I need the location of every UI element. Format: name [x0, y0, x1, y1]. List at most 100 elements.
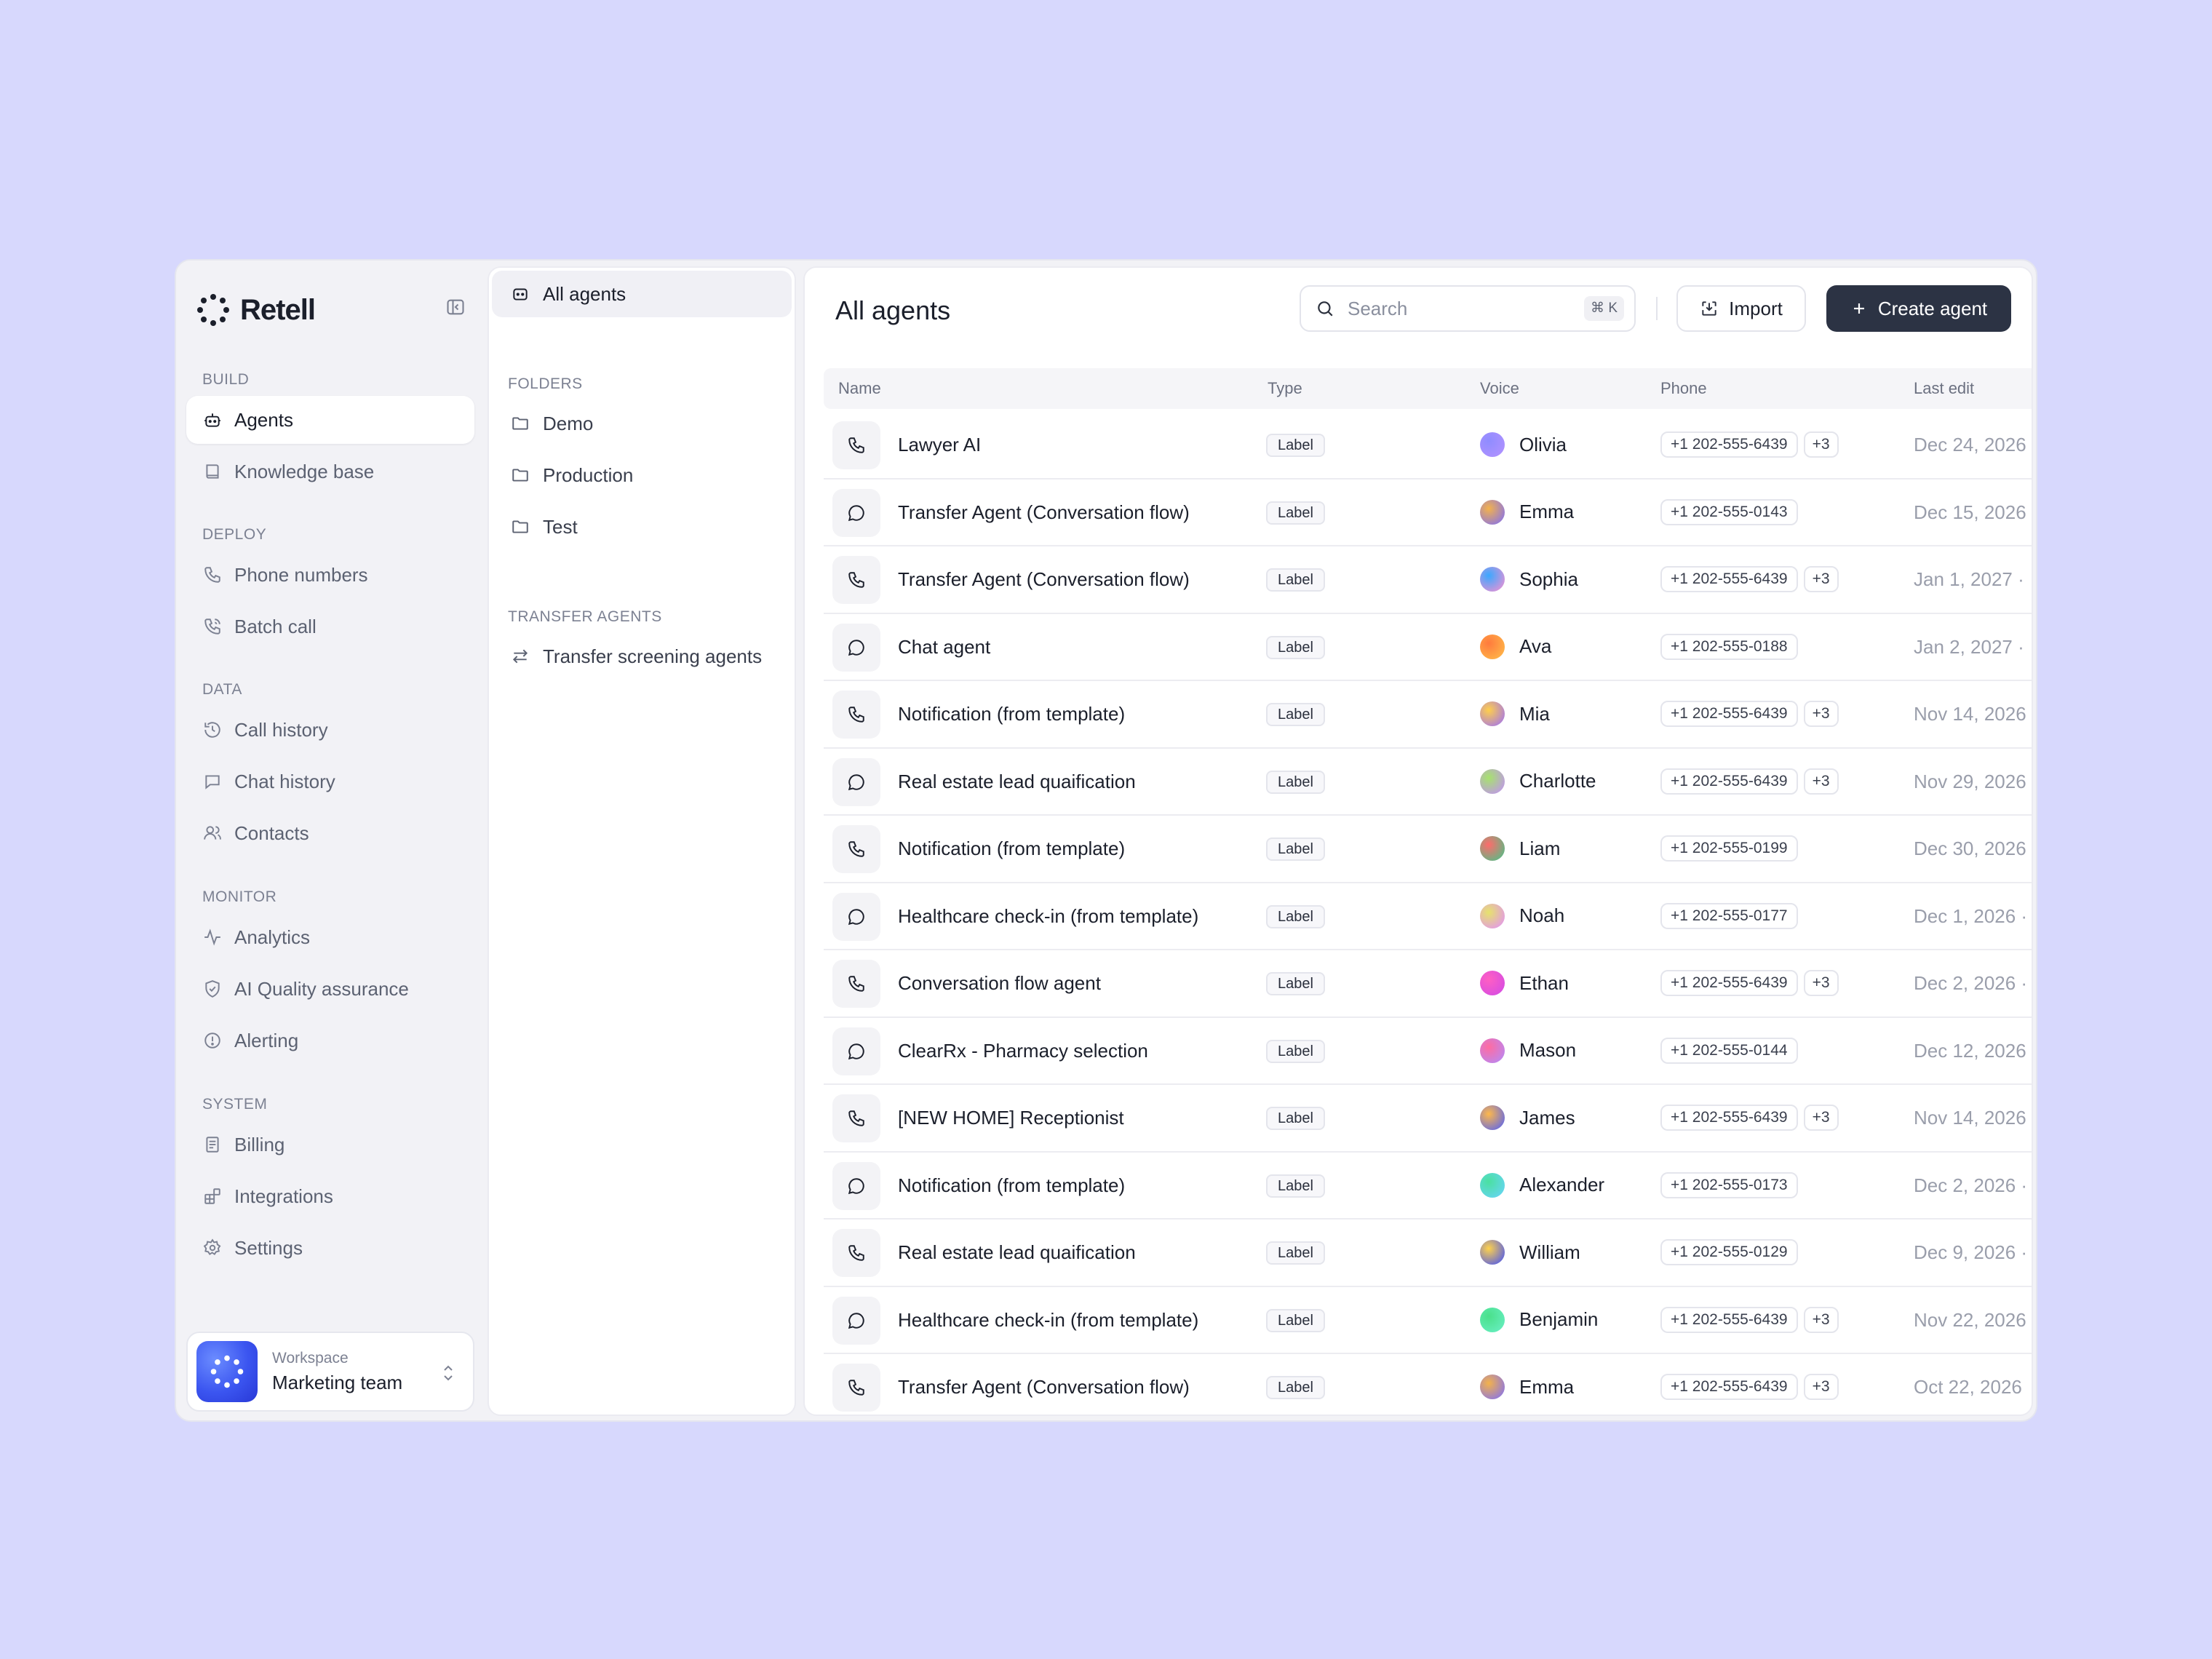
table-header: Name Type Voice Phone Last edit — [824, 368, 2032, 409]
sidebar-item-call-history[interactable]: Call history — [186, 706, 474, 754]
last-edit-date: Nov 29, 2026 — [1914, 770, 2026, 792]
transfer-item-screening-agents[interactable]: Transfer screening agents — [492, 633, 792, 680]
brand[interactable]: Retell — [196, 290, 316, 330]
sidebar-item-ai-quality-assurance[interactable]: AI Quality assurance — [186, 965, 474, 1013]
search-input[interactable] — [1346, 296, 1567, 321]
voice-avatar — [1480, 1307, 1505, 1332]
table-row[interactable]: Notification (from template) Label Liam +1 … — [824, 816, 2032, 883]
voice-cell: Ava — [1480, 614, 1551, 680]
table-row[interactable]: [NEW HOME] Receptionist Label James +1 202-… — [824, 1085, 2032, 1153]
nav-section-label: DATA — [202, 681, 242, 698]
more-numbers-badge[interactable]: +3 — [1803, 701, 1839, 727]
type-badge: Label — [1266, 838, 1325, 861]
create-agent-button[interactable]: Create agent — [1826, 285, 2011, 332]
table-row[interactable]: Notification (from template) Label Mia +1 2… — [824, 681, 2032, 749]
column-header-name[interactable]: Name — [838, 368, 881, 409]
more-numbers-badge[interactable]: +3 — [1803, 970, 1839, 996]
sidebar-item-analytics[interactable]: Analytics — [186, 913, 474, 961]
type-badge: Label — [1266, 703, 1325, 726]
workspace-switcher[interactable]: Workspace Marketing team — [186, 1332, 474, 1412]
voice-cell: Olivia — [1480, 412, 1567, 477]
phone-number-badge: +1 202-555-0177 — [1660, 902, 1798, 929]
collapse-sidebar-button[interactable] — [444, 295, 467, 319]
column-header-type[interactable]: Type — [1268, 368, 1302, 409]
more-numbers-badge[interactable]: +3 — [1803, 566, 1839, 592]
table-row[interactable]: Real estate lead quaification Label Charlo… — [824, 749, 2032, 816]
sidebar-item-chat-history[interactable]: Chat history — [186, 757, 474, 805]
phone-icon — [832, 1364, 880, 1412]
voice-cell: Charlotte — [1480, 749, 1596, 814]
chat-icon — [832, 623, 880, 672]
column-header-last-edit[interactable]: Last edit — [1914, 368, 1974, 409]
table-row[interactable]: Conversation flow agent Label Ethan +1 202-… — [824, 950, 2032, 1018]
folder-label: Demo — [543, 412, 594, 434]
table-row[interactable]: Real estate lead quaification Label Willia… — [824, 1220, 2032, 1287]
voice-cell: Sophia — [1480, 546, 1578, 612]
agents-table-body: Lawyer AI Label Olivia +1 202-555-6439 +3 Dec… — [824, 412, 2032, 1415]
phone-cell: +1 202-555-0129 — [1660, 1220, 1798, 1285]
table-row[interactable]: Healthcare check-in (from template) Label… — [824, 883, 2032, 950]
sidebar-item-label: Analytics — [234, 926, 311, 948]
sidebar-item-alerting[interactable]: Alerting — [186, 1017, 474, 1065]
sidebar-item-contacts[interactable]: Contacts — [186, 809, 474, 857]
more-numbers-badge[interactable]: +3 — [1803, 768, 1839, 795]
sidebar-item-settings[interactable]: Settings — [186, 1224, 474, 1272]
folder-item-demo[interactable]: Demo — [492, 400, 792, 447]
chat-icon — [832, 892, 880, 941]
type-badge: Label — [1266, 635, 1325, 659]
column-header-phone[interactable]: Phone — [1660, 368, 1707, 409]
voice-name: Ethan — [1519, 971, 1569, 994]
voice-name: Mason — [1519, 1039, 1577, 1061]
sidebar-item-billing[interactable]: Billing — [186, 1121, 474, 1169]
folder-item-test[interactable]: Test — [492, 504, 792, 550]
import-icon — [1700, 299, 1719, 318]
voice-avatar — [1480, 567, 1505, 592]
agent-name: Healthcare check-in (from template) — [898, 904, 1199, 927]
more-numbers-badge[interactable]: +3 — [1803, 1306, 1839, 1333]
phone-cell: +1 202-555-6439 +3 — [1660, 412, 1839, 477]
more-numbers-badge[interactable]: +3 — [1803, 431, 1839, 458]
table-row[interactable]: Healthcare check-in (from template) Label… — [824, 1287, 2032, 1354]
sidebar-item-batch-call[interactable]: Batch call — [186, 602, 474, 651]
agent-name: Chat agent — [898, 635, 991, 658]
phone-cell: +1 202-555-0188 — [1660, 614, 1798, 680]
voice-cell: Mason — [1480, 1018, 1576, 1083]
folder-item-production[interactable]: Production — [492, 452, 792, 498]
phone-number-badge: +1 202-555-6439 — [1660, 768, 1798, 795]
sidebar-item-agents[interactable]: Agents — [186, 396, 474, 444]
sidebar-item-integrations[interactable]: Integrations — [186, 1172, 474, 1220]
voice-cell: Emma — [1480, 1354, 1574, 1415]
last-edit-date: Dec 2, 2026 · — [1914, 972, 2028, 994]
sidebar-item-knowledge-base[interactable]: Knowledge base — [186, 447, 474, 496]
import-button[interactable]: Import — [1676, 285, 1806, 332]
table-row[interactable]: ClearRx - Pharmacy selection Label Mason +1… — [824, 1018, 2032, 1085]
sidebar-item-phone-numbers[interactable]: Phone numbers — [186, 551, 474, 599]
table-row[interactable]: Transfer Agent (Conversation flow) Label E… — [824, 1354, 2032, 1415]
column-header-voice[interactable]: Voice — [1480, 368, 1519, 409]
workspace-name: Marketing team — [272, 1371, 403, 1393]
type-badge: Label — [1266, 434, 1325, 457]
table-row[interactable]: Transfer Agent (Conversation flow) Label S… — [824, 546, 2032, 614]
table-row[interactable]: Chat agent Label Ava +1 202-555-0188 Jan 2, … — [824, 614, 2032, 681]
table-row[interactable]: Transfer Agent (Conversation flow) Label E… — [824, 480, 2032, 546]
voice-cell: William — [1480, 1220, 1580, 1285]
users-icon — [202, 823, 223, 843]
voice-avatar — [1480, 701, 1505, 726]
phone-number-badge: +1 202-555-0188 — [1660, 633, 1798, 660]
more-numbers-badge[interactable]: +3 — [1803, 1105, 1839, 1131]
page-title: All agents — [835, 295, 951, 325]
sidebar-item-label: Billing — [234, 1133, 285, 1155]
last-edit-date: Dec 2, 2026 · — [1914, 1174, 2028, 1196]
table-row[interactable]: Lawyer AI Label Olivia +1 202-555-6439 +3 Dec… — [824, 412, 2032, 480]
more-numbers-badge[interactable]: +3 — [1803, 1374, 1839, 1400]
table-row[interactable]: Notification (from template) Label Alexand… — [824, 1153, 2032, 1220]
type-badge: Label — [1266, 1107, 1325, 1130]
phone-cell: +1 202-555-0143 — [1660, 480, 1798, 545]
type-badge: Label — [1266, 568, 1325, 592]
phone-icon — [832, 1094, 880, 1142]
phone-number-badge: +1 202-555-6439 — [1660, 566, 1798, 592]
workspace-label: Workspace — [272, 1349, 349, 1366]
search-box[interactable]: ⌘ K — [1300, 285, 1636, 332]
all-agents-item[interactable]: All agents — [492, 271, 792, 317]
phone-number-badge: +1 202-555-6439 — [1660, 1306, 1798, 1333]
